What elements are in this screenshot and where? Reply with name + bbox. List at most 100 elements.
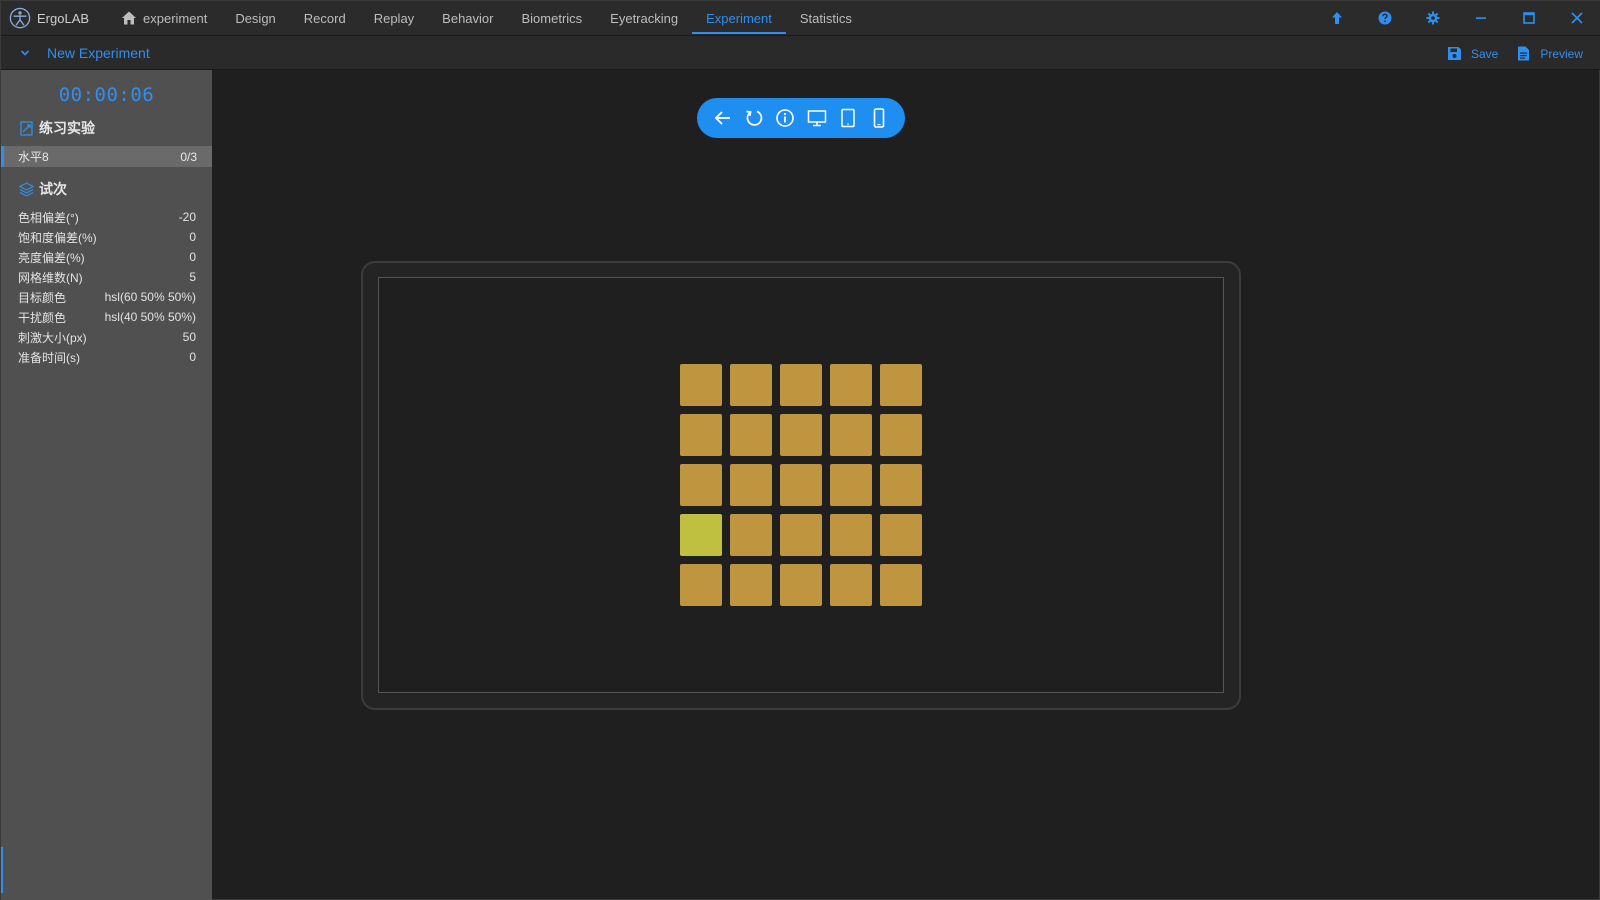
nav-biometrics[interactable]: Biometrics (507, 1, 596, 35)
param-value: 0 (189, 350, 196, 364)
back-icon (714, 111, 730, 125)
param-value: hsl(60 50% 50%) (104, 290, 196, 304)
distractor-cell[interactable] (830, 514, 872, 556)
minimize-icon (1476, 17, 1486, 19)
param-value: 5 (189, 270, 196, 284)
distractor-cell[interactable] (680, 414, 722, 456)
phone-view-button[interactable] (867, 106, 891, 130)
param-value: 50 (182, 330, 196, 344)
distractor-cell[interactable] (830, 364, 872, 406)
nav-experiment-home[interactable]: experiment (107, 1, 221, 35)
nav-statistics[interactable]: Statistics (786, 1, 866, 35)
param-row-stimulus-size: 刺激大小(px) 50 (1, 327, 212, 347)
help-icon (1378, 11, 1392, 25)
distractor-cell[interactable] (780, 364, 822, 406)
sidebar: 00:00:06 练习实验 水平8 0/3 试次 色相偏差(°) -20 饱和度… (1, 70, 212, 900)
param-row-target-color: 目标颜色 hsl(60 50% 50%) (1, 287, 212, 307)
distractor-cell[interactable] (680, 364, 722, 406)
distractor-cell[interactable] (680, 464, 722, 506)
settings-icon (1426, 11, 1440, 25)
param-label: 目标颜色 (18, 290, 67, 305)
param-value: 0 (189, 230, 196, 244)
param-label: 准备时间(s) (18, 350, 80, 365)
refresh-icon (746, 110, 763, 126)
distractor-cell[interactable] (880, 364, 922, 406)
chevron-down-icon[interactable] (19, 47, 31, 59)
experiment-title: New Experiment (47, 44, 150, 61)
maximize-icon (1523, 12, 1535, 24)
preview-toolbar (697, 98, 905, 138)
close-button[interactable] (1553, 1, 1600, 35)
param-row-lightness-offset: 亮度偏差(%) 0 (1, 247, 212, 267)
distractor-cell[interactable] (730, 514, 772, 556)
app-name: ErgoLAB (37, 10, 90, 26)
distractor-cell[interactable] (830, 414, 872, 456)
minimize-button[interactable] (1457, 1, 1505, 35)
distractor-cell[interactable] (780, 514, 822, 556)
nav-experiment[interactable]: Experiment (692, 1, 786, 35)
distractor-cell[interactable] (680, 564, 722, 606)
close-icon (1571, 12, 1583, 24)
main-nav: experiment Design Record Replay Behavior… (107, 1, 866, 35)
brand: ErgoLAB (1, 1, 107, 35)
param-label: 刺激大小(px) (18, 330, 87, 345)
param-label: 饱和度偏差(%) (18, 230, 97, 245)
level-name: 水平8 (18, 150, 49, 164)
stimulus-grid (680, 364, 922, 606)
nav-design[interactable]: Design (221, 1, 289, 35)
experiment-header: New Experiment Save Preview (1, 35, 1600, 70)
distractor-cell[interactable] (730, 564, 772, 606)
param-row-grid-size: 网格维数(N) 5 (1, 267, 212, 287)
settings-button[interactable] (1409, 1, 1457, 35)
sidebar-accent (1, 847, 3, 893)
param-label: 干扰颜色 (18, 310, 67, 325)
param-row-distractor-color: 干扰颜色 hsl(40 50% 50%) (1, 307, 212, 327)
distractor-cell[interactable] (780, 464, 822, 506)
preview-button[interactable]: Preview (1516, 46, 1583, 61)
nav-eyetracking[interactable]: Eyetracking (596, 1, 692, 35)
save-icon (1447, 47, 1461, 60)
param-label: 网格维数(N) (18, 270, 83, 285)
trial-section-header: 试次 (1, 179, 212, 199)
refresh-button[interactable] (742, 106, 766, 130)
param-label: 色相偏差(°) (18, 210, 79, 225)
maximize-button[interactable] (1505, 1, 1553, 35)
nav-behavior[interactable]: Behavior (428, 1, 507, 35)
practice-icon (20, 120, 33, 136)
distractor-cell[interactable] (730, 364, 772, 406)
ergolab-logo-icon (9, 7, 31, 29)
desktop-view-button[interactable] (805, 106, 829, 130)
level-progress: 0/3 (180, 149, 197, 164)
distractor-cell[interactable] (880, 414, 922, 456)
nav-record[interactable]: Record (290, 1, 360, 35)
info-button[interactable] (773, 106, 797, 130)
target-cell[interactable] (680, 514, 722, 556)
upload-button[interactable] (1313, 1, 1361, 35)
back-button[interactable] (711, 106, 735, 130)
info-icon (776, 109, 795, 127)
tablet-icon (841, 108, 855, 128)
tablet-view-button[interactable] (836, 106, 860, 130)
distractor-cell[interactable] (730, 414, 772, 456)
distractor-cell[interactable] (880, 564, 922, 606)
desktop-icon (807, 110, 826, 127)
help-button[interactable] (1361, 1, 1409, 35)
nav-replay[interactable]: Replay (360, 1, 428, 35)
distractor-cell[interactable] (880, 464, 922, 506)
distractor-cell[interactable] (830, 564, 872, 606)
distractor-cell[interactable] (780, 414, 822, 456)
save-button[interactable]: Save (1447, 46, 1498, 61)
param-value: 0 (189, 250, 196, 264)
distractor-cell[interactable] (730, 464, 772, 506)
level-item[interactable]: 水平8 0/3 (1, 146, 212, 167)
param-value: -20 (178, 210, 196, 224)
app-window: ErgoLAB experiment Design Record Replay … (0, 0, 1600, 900)
distractor-cell[interactable] (880, 514, 922, 556)
param-list: 色相偏差(°) -20 饱和度偏差(%) 0 亮度偏差(%) 0 网格维数(N)… (1, 207, 212, 367)
distractor-cell[interactable] (830, 464, 872, 506)
distractor-cell[interactable] (780, 564, 822, 606)
layers-icon (18, 181, 35, 197)
top-bar: ErgoLAB experiment Design Record Replay … (1, 1, 1600, 35)
nav-label: experiment (143, 10, 208, 26)
param-label: 亮度偏差(%) (18, 250, 85, 265)
